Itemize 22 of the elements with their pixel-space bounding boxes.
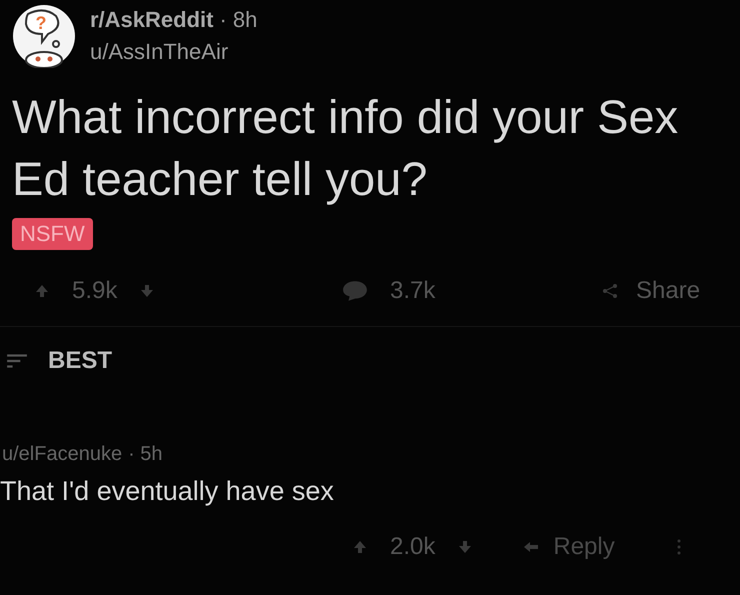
sort-button[interactable]: BEST bbox=[6, 347, 112, 375]
comment-icon[interactable] bbox=[342, 280, 368, 302]
subreddit-name[interactable]: r/AskReddit bbox=[90, 7, 214, 32]
sort-icon bbox=[6, 353, 28, 369]
comment-author[interactable]: u/elFacenuke bbox=[2, 443, 122, 465]
reply-arrow-icon bbox=[523, 539, 540, 555]
upvote-icon[interactable] bbox=[352, 539, 368, 555]
downvote-icon[interactable] bbox=[457, 539, 474, 555]
share-icon bbox=[602, 283, 618, 299]
post-author[interactable]: u/AssInTheAir bbox=[90, 39, 258, 65]
score-count: 5.9k bbox=[72, 277, 118, 305]
comment-score: 2.0k bbox=[390, 533, 436, 561]
upvote-icon[interactable] bbox=[34, 283, 50, 299]
comment-count: 3.7k bbox=[390, 277, 436, 305]
downvote-icon[interactable] bbox=[139, 283, 156, 299]
post-age: · 8h bbox=[219, 7, 258, 32]
more-options-icon[interactable] bbox=[676, 538, 681, 556]
post-title: What incorrect info did your Sex Ed teacher tell you? bbox=[11, 89, 680, 207]
comment-age: · 5h bbox=[128, 443, 163, 465]
comment-text: That I'd eventually have sex bbox=[0, 476, 335, 507]
subreddit-avatar-icon: ? bbox=[12, 4, 76, 68]
nsfw-tag: NSFW bbox=[12, 218, 93, 250]
